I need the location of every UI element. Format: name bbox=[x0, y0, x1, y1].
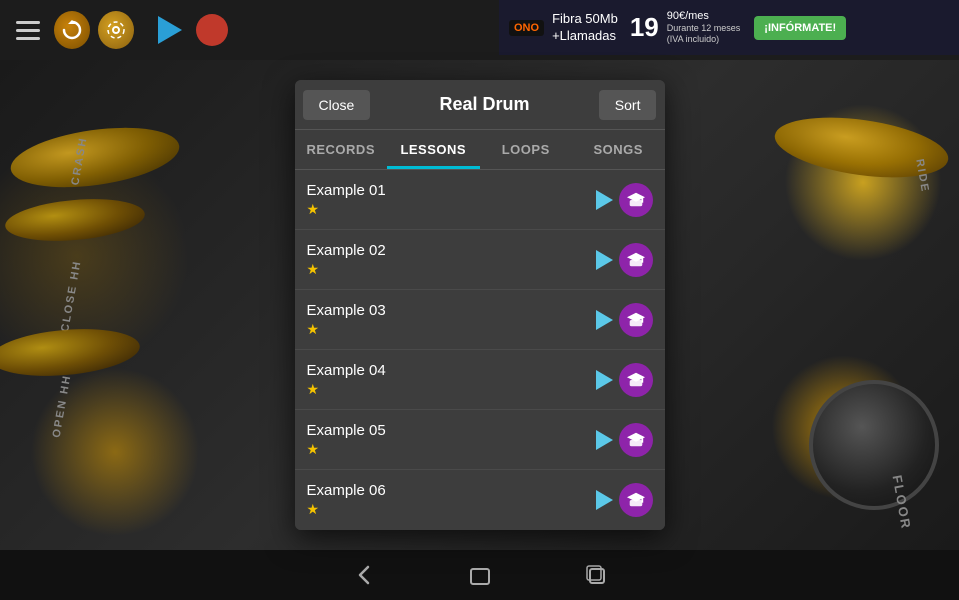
nav-recents-button[interactable] bbox=[578, 557, 614, 593]
settings-button[interactable] bbox=[98, 12, 134, 48]
tab-songs[interactable]: SONGS bbox=[572, 130, 665, 169]
recents-icon bbox=[582, 561, 610, 589]
ad-banner: ONO Fibra 50Mb +Llamadas 19 90€/mes Dura… bbox=[499, 0, 959, 55]
item-info-2: Example 03 ★ bbox=[307, 302, 386, 338]
refresh-button[interactable] bbox=[54, 12, 90, 48]
play-item-button-2[interactable] bbox=[596, 310, 613, 330]
play-item-button-5[interactable] bbox=[596, 490, 613, 510]
tab-lessons[interactable]: LESSONS bbox=[387, 130, 480, 169]
item-title-5: Example 06 bbox=[307, 482, 386, 499]
item-actions-3 bbox=[596, 363, 653, 397]
ad-price: 19 bbox=[630, 12, 659, 43]
item-star-3: ★ bbox=[307, 381, 386, 398]
ad-cta-button[interactable]: ¡INFÓRMATE! bbox=[754, 16, 846, 40]
modal-title: Real Drum bbox=[440, 94, 530, 115]
item-title-0: Example 01 bbox=[307, 182, 386, 199]
item-actions-2 bbox=[596, 303, 653, 337]
item-info-5: Example 06 ★ bbox=[307, 482, 386, 518]
refresh-icon bbox=[61, 19, 83, 41]
modal-header: Close Real Drum Sort bbox=[295, 80, 665, 130]
graduation-icon bbox=[627, 191, 645, 209]
play-item-button-0[interactable] bbox=[596, 190, 613, 210]
play-item-button-3[interactable] bbox=[596, 370, 613, 390]
menu-button[interactable] bbox=[10, 12, 46, 48]
play-item-button-1[interactable] bbox=[596, 250, 613, 270]
item-actions-0 bbox=[596, 183, 653, 217]
list-item: Example 06 ★ bbox=[295, 470, 665, 530]
list-item: Example 04 ★ bbox=[295, 350, 665, 410]
lesson-item-button-0[interactable] bbox=[619, 183, 653, 217]
modal-dialog: Close Real Drum Sort RECORDS LESSONS LOO… bbox=[295, 80, 665, 530]
item-star-4: ★ bbox=[307, 441, 386, 458]
record-button[interactable] bbox=[194, 12, 230, 48]
lesson-item-button-1[interactable] bbox=[619, 243, 653, 277]
modal-tabs: RECORDS LESSONS LOOPS SONGS bbox=[295, 130, 665, 170]
record-icon bbox=[196, 14, 228, 46]
settings-icon bbox=[106, 20, 126, 40]
item-info-1: Example 02 ★ bbox=[307, 242, 386, 278]
graduation-icon bbox=[627, 251, 645, 269]
item-info-3: Example 04 ★ bbox=[307, 362, 386, 398]
lesson-item-button-5[interactable] bbox=[619, 483, 653, 517]
item-star-1: ★ bbox=[307, 261, 386, 278]
modal-close-button[interactable]: Close bbox=[303, 90, 371, 120]
ad-logo: ONO bbox=[509, 20, 544, 36]
item-title-4: Example 05 bbox=[307, 422, 386, 439]
list-item: Example 03 ★ bbox=[295, 290, 665, 350]
item-star-2: ★ bbox=[307, 321, 386, 338]
item-actions-4 bbox=[596, 423, 653, 457]
nav-home-button[interactable] bbox=[462, 557, 498, 593]
tab-loops[interactable]: LOOPS bbox=[480, 130, 573, 169]
modal-list: Example 01 ★ Example 02 ★ bbox=[295, 170, 665, 530]
item-star-0: ★ bbox=[307, 201, 386, 218]
play-item-button-4[interactable] bbox=[596, 430, 613, 450]
item-star-5: ★ bbox=[307, 501, 386, 518]
graduation-icon bbox=[627, 491, 645, 509]
nav-back-button[interactable] bbox=[346, 557, 382, 593]
graduation-icon bbox=[627, 371, 645, 389]
play-icon bbox=[158, 16, 182, 44]
graduation-icon bbox=[627, 431, 645, 449]
lesson-item-button-2[interactable] bbox=[619, 303, 653, 337]
home-icon bbox=[466, 561, 494, 589]
list-item: Example 02 ★ bbox=[295, 230, 665, 290]
item-actions-5 bbox=[596, 483, 653, 517]
item-title-3: Example 04 bbox=[307, 362, 386, 379]
graduation-icon bbox=[627, 311, 645, 329]
item-info-4: Example 05 ★ bbox=[307, 422, 386, 458]
list-item: Example 01 ★ bbox=[295, 170, 665, 230]
lesson-item-button-3[interactable] bbox=[619, 363, 653, 397]
ad-price-detail: 90€/mes Durante 12 meses (IVA incluido) bbox=[667, 10, 741, 45]
item-actions-1 bbox=[596, 243, 653, 277]
item-title-2: Example 03 bbox=[307, 302, 386, 319]
play-button[interactable] bbox=[150, 12, 186, 48]
item-info-0: Example 01 ★ bbox=[307, 182, 386, 218]
back-icon bbox=[350, 561, 378, 589]
tab-records[interactable]: RECORDS bbox=[295, 130, 388, 169]
ad-text: Fibra 50Mb +Llamadas bbox=[552, 11, 618, 45]
list-item: Example 05 ★ bbox=[295, 410, 665, 470]
item-title-1: Example 02 bbox=[307, 242, 386, 259]
bottom-nav bbox=[0, 550, 959, 600]
modal-sort-button[interactable]: Sort bbox=[599, 90, 657, 120]
modal-overlay: Close Real Drum Sort RECORDS LESSONS LOO… bbox=[0, 60, 959, 550]
lesson-item-button-4[interactable] bbox=[619, 423, 653, 457]
